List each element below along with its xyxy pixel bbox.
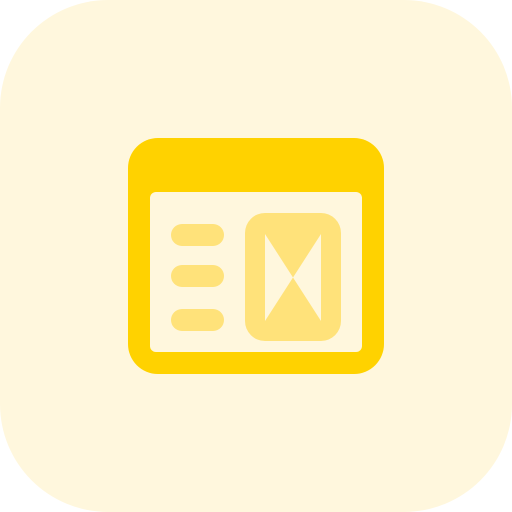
content-line-2	[171, 265, 224, 287]
image-placeholder-icon	[245, 213, 341, 341]
content-line-1	[171, 224, 224, 246]
content-line-3	[171, 309, 224, 331]
browser-window-layout-icon	[128, 138, 384, 374]
icon-tile-background	[0, 0, 512, 512]
